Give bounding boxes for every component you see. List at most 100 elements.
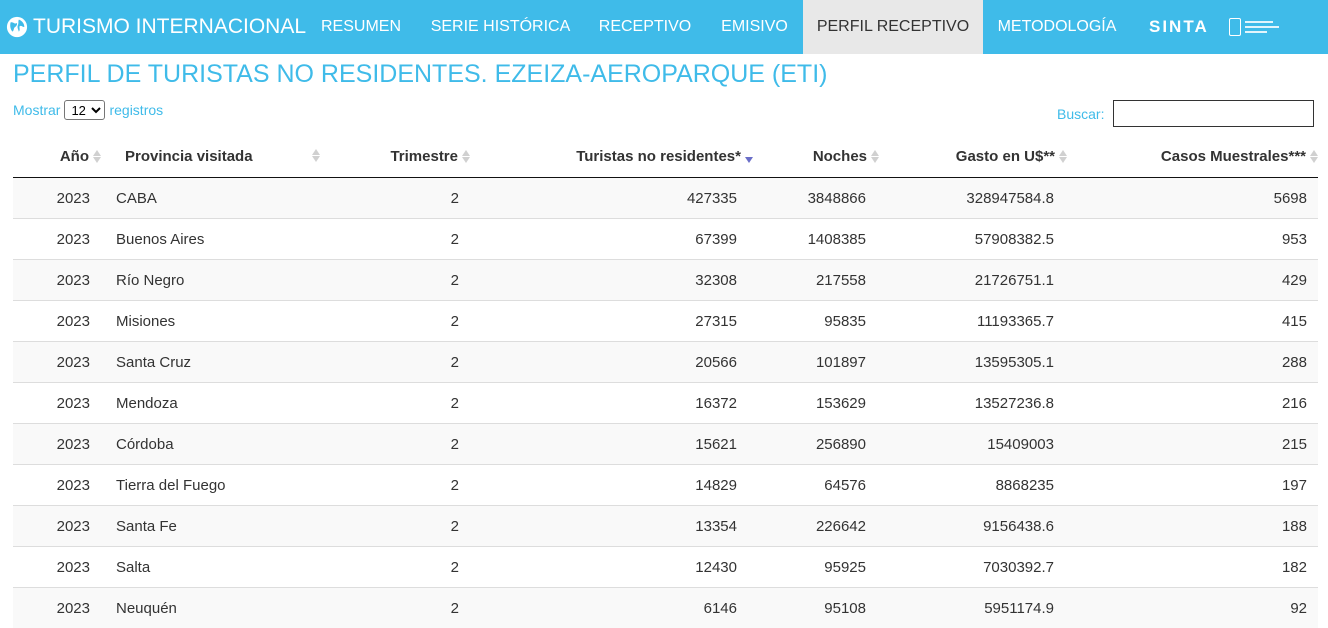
cell-noches: 95108 [753, 588, 879, 628]
table-row: 2023Santa Fe2133542266429156438.6188 [13, 506, 1318, 547]
cell-turistas: 15621 [470, 424, 753, 465]
cell-casos: 188 [1067, 506, 1318, 547]
cell-trimestre: 2 [330, 506, 470, 547]
cell-casos: 215 [1067, 424, 1318, 465]
cell-noches: 95835 [753, 301, 879, 342]
globe-icon [6, 16, 28, 38]
cell-casos: 5698 [1067, 178, 1318, 219]
sort-icon [462, 150, 470, 163]
page-title: PERFIL DE TURISTAS NO RESIDENTES. EZEIZA… [13, 60, 827, 89]
search-control: Buscar: [1057, 100, 1314, 127]
cell-turistas: 20566 [470, 342, 753, 383]
table-row: 2023Salta212430959257030392.7182 [13, 547, 1318, 588]
sort-icon [93, 150, 101, 163]
cell-provincia: Mendoza [101, 383, 330, 424]
table-row: 2023Mendoza21637215362913527236.8216 [13, 383, 1318, 424]
search-label: Buscar: [1057, 106, 1104, 122]
cell-provincia: Buenos Aires [101, 219, 330, 260]
column-header-casos[interactable]: Casos Muestrales*** [1067, 135, 1318, 178]
nav-perfil-receptivo[interactable]: PERFIL RECEPTIVO [803, 0, 983, 54]
column-header-ano[interactable]: Año [13, 135, 101, 178]
cell-provincia: Neuquén [101, 588, 330, 628]
cell-trimestre: 2 [330, 383, 470, 424]
cell-ano: 2023 [13, 506, 101, 547]
cell-gasto: 7030392.7 [879, 547, 1067, 588]
cell-ano: 2023 [13, 588, 101, 628]
sinta-logo[interactable]: SINTA [1149, 0, 1209, 54]
length-select[interactable]: 12 [64, 100, 105, 120]
cell-provincia: Santa Cruz [101, 342, 330, 383]
cell-noches: 153629 [753, 383, 879, 424]
ministerio-logo[interactable] [1229, 15, 1281, 39]
cell-turistas: 67399 [470, 219, 753, 260]
column-header-label: Casos Muestrales*** [1161, 148, 1306, 165]
cell-trimestre: 2 [330, 178, 470, 219]
cell-casos: 182 [1067, 547, 1318, 588]
cell-provincia: Tierra del Fuego [101, 465, 330, 506]
cell-turistas: 13354 [470, 506, 753, 547]
nav-resumen[interactable]: RESUMEN [307, 0, 415, 54]
table-body: 2023CABA24273353848866328947584.85698202… [13, 178, 1318, 628]
column-header-trimestre[interactable]: Trimestre [330, 135, 470, 178]
table-row: 2023Neuquén26146951085951174.992 [13, 588, 1318, 628]
cell-gasto: 21726751.1 [879, 260, 1067, 301]
table-row: 2023Córdoba21562125689015409003215 [13, 424, 1318, 465]
sort-icon [1310, 150, 1318, 163]
length-control: Mostrar 12 registros [13, 100, 163, 120]
sort-icon [1059, 150, 1067, 163]
cell-ano: 2023 [13, 178, 101, 219]
cell-casos: 953 [1067, 219, 1318, 260]
column-header-provincia[interactable]: Provincia visitada [101, 135, 330, 178]
cell-provincia: Córdoba [101, 424, 330, 465]
nav-serie-historica[interactable]: SERIE HISTÓRICA [417, 0, 584, 54]
data-table: Año Provincia visitada Trimestre Turista… [13, 135, 1318, 628]
nav-receptivo[interactable]: RECEPTIVO [585, 0, 705, 54]
cell-noches: 1408385 [753, 219, 879, 260]
nav-metodologia[interactable]: METODOLOGÍA [985, 0, 1129, 54]
cell-trimestre: 2 [330, 301, 470, 342]
brand-link[interactable]: TURISMO INTERNACIONAL [6, 0, 306, 54]
cell-noches: 64576 [753, 465, 879, 506]
cell-noches: 226642 [753, 506, 879, 547]
cell-trimestre: 2 [330, 465, 470, 506]
cell-turistas: 12430 [470, 547, 753, 588]
length-suffix: registros [109, 102, 163, 118]
cell-ano: 2023 [13, 219, 101, 260]
cell-trimestre: 2 [330, 260, 470, 301]
table-row: 2023Santa Cruz22056610189713595305.1288 [13, 342, 1318, 383]
cell-ano: 2023 [13, 260, 101, 301]
column-header-noches[interactable]: Noches [753, 135, 879, 178]
cell-gasto: 11193365.7 [879, 301, 1067, 342]
column-header-turistas[interactable]: Turistas no residentes* [470, 135, 753, 178]
column-header-gasto[interactable]: Gasto en U$** [879, 135, 1067, 178]
table-row: 2023Misiones2273159583511193365.7415 [13, 301, 1318, 342]
cell-casos: 288 [1067, 342, 1318, 383]
column-header-label: Gasto en U$** [956, 148, 1055, 165]
search-input[interactable] [1113, 100, 1314, 127]
cell-turistas: 32308 [470, 260, 753, 301]
cell-gasto: 13527236.8 [879, 383, 1067, 424]
cell-casos: 429 [1067, 260, 1318, 301]
cell-trimestre: 2 [330, 588, 470, 628]
cell-gasto: 8868235 [879, 465, 1067, 506]
nav-emisivo[interactable]: EMISIVO [707, 0, 802, 54]
column-header-label: Turistas no residentes* [576, 148, 741, 165]
cell-ano: 2023 [13, 342, 101, 383]
column-header-label: Noches [813, 148, 867, 165]
cell-ano: 2023 [13, 301, 101, 342]
column-header-label: Año [60, 148, 89, 165]
cell-provincia: CABA [101, 178, 330, 219]
cell-turistas: 16372 [470, 383, 753, 424]
cell-gasto: 15409003 [879, 424, 1067, 465]
cell-provincia: Salta [101, 547, 330, 588]
cell-casos: 197 [1067, 465, 1318, 506]
table-row: 2023Río Negro23230821755821726751.1429 [13, 260, 1318, 301]
cell-turistas: 14829 [470, 465, 753, 506]
cell-trimestre: 2 [330, 219, 470, 260]
length-prefix: Mostrar [13, 102, 60, 118]
cell-noches: 217558 [753, 260, 879, 301]
table-header-row: Año Provincia visitada Trimestre Turista… [13, 135, 1318, 178]
cell-casos: 415 [1067, 301, 1318, 342]
cell-ano: 2023 [13, 547, 101, 588]
cell-turistas: 27315 [470, 301, 753, 342]
